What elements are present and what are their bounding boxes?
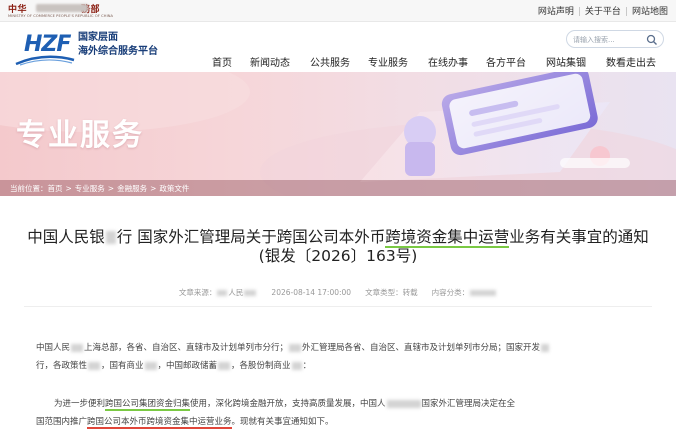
search-box (566, 30, 664, 48)
site-header: HZF 国家层面 海外综合服务平台 首页 新闻动态 公共服务 专业服务 在线办事… (0, 22, 676, 72)
ministry-logo[interactable]: 中华 務部 MINISTRY OF COMMERCE PEOPLE'S REPUB… (8, 2, 143, 20)
nav-online-services[interactable]: 在线办事 (428, 54, 468, 69)
breadcrumb-professional[interactable]: 专业服务 (75, 184, 105, 193)
breadcrumb-label: 当前位置： (10, 184, 48, 193)
highlight-green: 跨境资金集中运营 (385, 228, 510, 248)
breadcrumb-policy[interactable]: 政策文件 (159, 184, 189, 193)
search-input[interactable] (573, 33, 645, 46)
breadcrumb-finance[interactable]: 金融服务 (117, 184, 147, 193)
highlight-red: 跨国公司本外币跨境资金集中运营业务 (87, 417, 232, 429)
redacted-text (105, 231, 116, 244)
article-title: 中国人民银行 国家外汇管理局关于跨国公司本外币跨境资金集中运营业务有关事宜的通知… (0, 228, 676, 266)
top-utility-bar: 中华 務部 MINISTRY OF COMMERCE PEOPLE'S REPUB… (0, 0, 676, 22)
hzf-logo[interactable]: HZF (14, 32, 76, 66)
para1-line2: 行，各政策性 ，国有商业 ，中国邮政储蓄 ，各股份制商业： (36, 361, 312, 371)
article-meta: 文章来源： 人民 2026-08-14 17:00:00 文章类型：转载 内容分类： (0, 287, 676, 298)
para2-line2: 国范围内推广跨国公司本外币跨境资金集中运营业务。现就有关事宜通知如下。 (36, 417, 334, 429)
link-site-map[interactable]: 网站地图 (632, 7, 668, 17)
para2-line1: 为进一步便利跨国公司集团资金归集使用，深化跨境金融开放，支持高质量发展，中国人国… (54, 399, 516, 411)
nav-data-going-abroad[interactable]: 数看走出去 (606, 54, 656, 69)
link-about-platform[interactable]: 关于平台 (585, 7, 621, 17)
top-links: 网站声明 | 关于平台 | 网站地图 (537, 7, 668, 17)
nav-news[interactable]: 新闻动态 (250, 54, 290, 69)
para1-line1: 中国人民 上海总部，各省、自治区、直辖市及计划单列市分行； 外汇管理局各省、自治区、… (36, 340, 550, 356)
nav-public-services[interactable]: 公共服务 (310, 54, 350, 69)
highlight-green: 跨国公司集团资金归集 (105, 399, 191, 411)
divider (24, 306, 652, 307)
article-date: 2026-08-14 17:00:00 (271, 288, 352, 297)
breadcrumb-home[interactable]: 首页 (48, 184, 63, 193)
ministry-name-redacted (36, 4, 88, 12)
breadcrumb-bar: 当前位置：首页 > 专业服务 > 金融服务 > 政策文件 (0, 180, 676, 196)
breadcrumb: 当前位置：首页 > 专业服务 > 金融服务 > 政策文件 (10, 184, 190, 193)
platform-name: 国家层面 海外综合服务平台 (78, 32, 158, 57)
article-doc-number: (银发〔2026〕163号) (258, 247, 418, 265)
nav-home[interactable]: 首页 (212, 54, 232, 69)
nav-platforms[interactable]: 各方平台 (486, 54, 526, 69)
logo-swoosh-icon (15, 55, 75, 66)
ministry-name-en: MINISTRY OF COMMERCE PEOPLE'S REPUBLIC O… (8, 14, 114, 18)
banner-title: 专业服务 (16, 118, 144, 153)
link-site-statement[interactable]: 网站声明 (538, 7, 574, 17)
search-icon[interactable] (646, 34, 658, 46)
nav-site-group[interactable]: 网站集锢 (546, 54, 586, 69)
section-banner: 专业服务 当前位置：首页 > 专业服务 > 金融服务 > 政策文件 (0, 72, 676, 196)
nav-professional-services[interactable]: 专业服务 (368, 54, 408, 69)
